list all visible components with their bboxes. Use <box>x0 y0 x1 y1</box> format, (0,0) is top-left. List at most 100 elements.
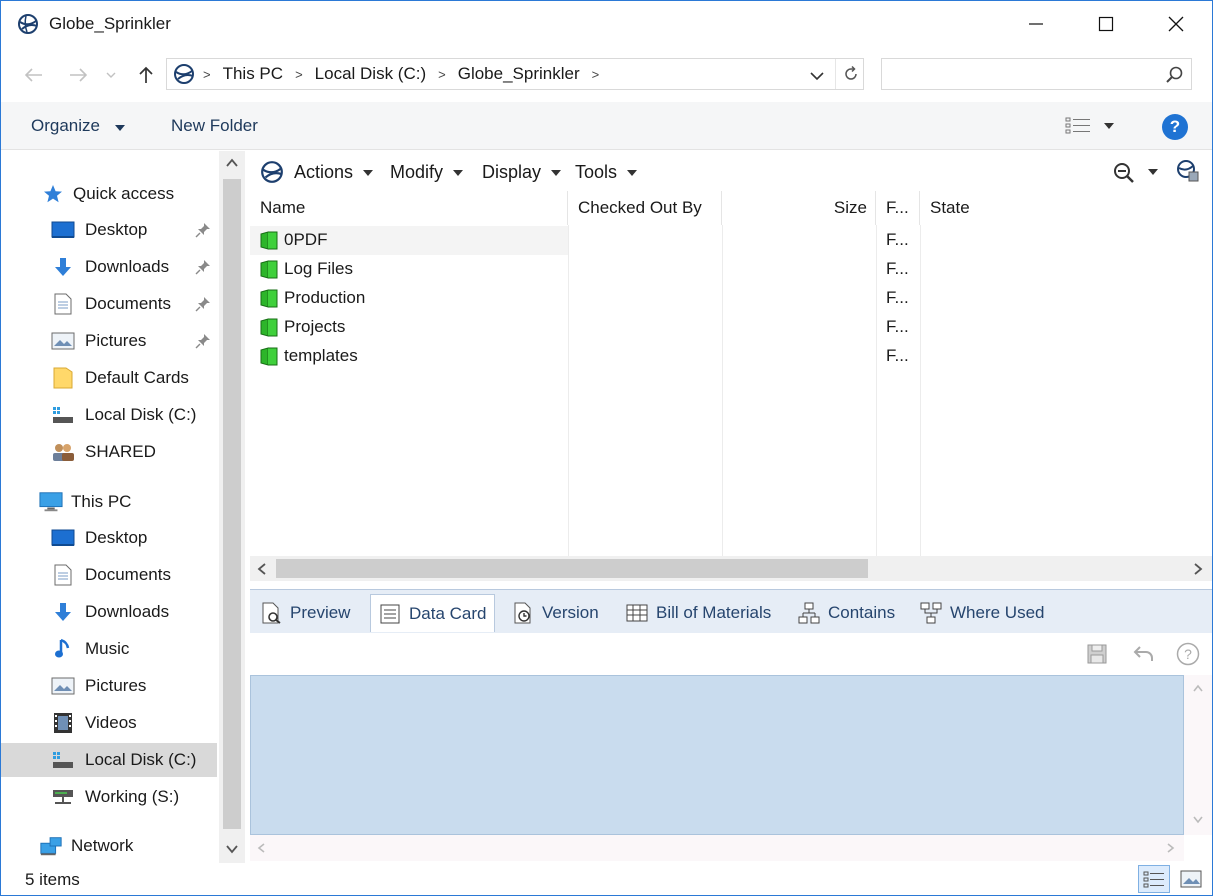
table-grid-icon <box>626 604 648 622</box>
pin-icon[interactable] <box>195 222 211 238</box>
vault-folder-icon <box>260 347 278 366</box>
tab-version[interactable]: Version <box>512 594 599 632</box>
undo-icon[interactable] <box>1132 643 1156 665</box>
nav-item-pc-documents[interactable]: Documents <box>1 558 217 592</box>
help-icon[interactable]: ? <box>1162 114 1188 140</box>
vault-options-icon[interactable] <box>1176 159 1200 183</box>
nav-item-qa-documents[interactable]: Documents <box>1 287 217 321</box>
tab-preview[interactable]: Preview <box>260 594 350 632</box>
scroll-right-icon[interactable] <box>1192 562 1204 576</box>
scroll-left-icon[interactable] <box>256 842 266 854</box>
table-row[interactable]: Log Files F... <box>250 255 1210 284</box>
display-menu[interactable]: Display <box>482 162 562 183</box>
breadcrumb-separator-icon[interactable]: > <box>438 67 446 82</box>
organize-button[interactable]: Organize <box>31 116 125 136</box>
file-list-horizontal-scrollbar[interactable] <box>250 556 1212 581</box>
nav-item-pc-desktop[interactable]: Desktop <box>1 521 217 555</box>
navigation-scrollbar[interactable] <box>219 151 245 863</box>
nav-quick-access[interactable]: Quick access <box>1 177 217 211</box>
caret-down-icon[interactable] <box>1148 169 1158 175</box>
preview-icon <box>262 602 281 624</box>
organize-label: Organize <box>31 116 100 135</box>
nav-item-qa-default-cards[interactable]: Default Cards <box>1 361 217 395</box>
change-view-button[interactable] <box>1064 115 1122 137</box>
tab-data-card[interactable]: Data Card <box>370 594 496 632</box>
nav-network[interactable]: Network <box>1 829 217 863</box>
file-list: Name Checked Out By Size F... State 0PDF… <box>250 191 1212 556</box>
nav-label: Default Cards <box>85 368 189 387</box>
tab-bill-of-materials[interactable]: Bill of Materials <box>626 594 771 632</box>
scroll-down-icon[interactable] <box>1192 815 1204 825</box>
breadcrumb-separator-icon[interactable]: > <box>592 67 600 82</box>
search-input[interactable] <box>881 58 1192 90</box>
details-view-button[interactable] <box>1138 865 1170 893</box>
nav-item-qa-pictures[interactable]: Pictures <box>1 324 217 358</box>
folder-icon <box>51 367 75 389</box>
minimize-button[interactable] <box>1001 1 1071 47</box>
scroll-down-icon[interactable] <box>225 843 239 855</box>
close-button[interactable] <box>1141 1 1211 47</box>
scroll-up-icon[interactable] <box>225 157 239 169</box>
tab-where-used[interactable]: Where Used <box>920 594 1044 632</box>
tab-contains[interactable]: Contains <box>798 594 895 632</box>
nav-item-pc-pictures[interactable]: Pictures <box>1 669 217 703</box>
scroll-up-icon[interactable] <box>1192 683 1204 693</box>
column-header-size[interactable]: Size <box>722 191 876 225</box>
modify-menu[interactable]: Modify <box>390 162 464 183</box>
new-folder-button[interactable]: New Folder <box>171 116 258 136</box>
column-header-f[interactable]: F... <box>876 191 920 225</box>
refresh-button[interactable] <box>835 59 865 89</box>
nav-item-pc-working[interactable]: Working (S:) <box>1 780 217 814</box>
nav-item-qa-downloads[interactable]: Downloads <box>1 250 217 284</box>
scroll-thumb[interactable] <box>276 559 868 578</box>
pin-icon[interactable] <box>195 333 211 349</box>
nav-item-pc-downloads[interactable]: Downloads <box>1 595 217 629</box>
scroll-left-icon[interactable] <box>256 562 268 576</box>
up-button[interactable] <box>131 61 161 89</box>
breadcrumb-this-pc[interactable]: This PC <box>223 64 283 84</box>
table-row[interactable]: 0PDF F... <box>250 226 909 255</box>
nav-item-pc-videos[interactable]: Videos <box>1 706 217 740</box>
large-icons-view-button[interactable] <box>1175 865 1207 893</box>
back-button[interactable] <box>19 61 49 89</box>
nav-item-qa-desktop[interactable]: Desktop <box>1 213 217 247</box>
nav-label: Quick access <box>73 184 175 203</box>
data-card-vertical-scrollbar[interactable] <box>1184 675 1212 835</box>
nav-item-qa-local-disk[interactable]: Local Disk (C:) <box>1 398 217 432</box>
vault-globe-icon <box>261 161 283 183</box>
breadcrumb-separator-icon[interactable]: > <box>295 67 303 82</box>
arrow-right-icon <box>70 68 87 82</box>
help-circle-icon[interactable]: ? <box>1176 642 1200 666</box>
detail-tabs: Preview Data Card Version Bill of Materi… <box>250 589 1212 633</box>
pin-icon[interactable] <box>195 296 211 312</box>
forward-button[interactable] <box>63 61 93 89</box>
download-arrow-icon <box>51 601 75 623</box>
nav-item-pc-music[interactable]: Music <box>1 632 217 666</box>
download-arrow-icon <box>51 256 75 278</box>
data-card-horizontal-scrollbar[interactable] <box>250 835 1184 861</box>
nav-item-pc-local-disk[interactable]: Local Disk (C:) <box>1 743 217 777</box>
table-row[interactable]: Projects F... <box>250 313 1210 342</box>
zoom-search-icon[interactable] <box>1112 161 1136 183</box>
column-header-name[interactable]: Name <box>250 191 568 225</box>
tools-menu[interactable]: Tools <box>575 162 638 183</box>
actions-menu[interactable]: Actions <box>294 162 374 183</box>
address-bar[interactable]: > This PC > Local Disk (C:) > Globe_Spri… <box>166 58 864 90</box>
column-header-checked-out-by[interactable]: Checked Out By <box>568 191 722 225</box>
column-header-state[interactable]: State <box>920 191 1212 225</box>
nav-this-pc[interactable]: This PC <box>1 485 217 519</box>
nav-item-qa-shared[interactable]: SHARED <box>1 435 217 469</box>
maximize-button[interactable] <box>1071 1 1141 47</box>
recent-locations-button[interactable] <box>101 61 121 89</box>
address-dropdown-icon[interactable] <box>807 65 827 85</box>
pin-icon[interactable] <box>195 259 211 275</box>
caret-down-icon <box>114 125 125 131</box>
save-icon[interactable] <box>1086 643 1108 665</box>
scroll-thumb[interactable] <box>223 179 241 829</box>
breadcrumb-local-disk[interactable]: Local Disk (C:) <box>315 64 426 84</box>
breadcrumb-globe-sprinkler[interactable]: Globe_Sprinkler <box>458 64 580 84</box>
table-row[interactable]: templates F... <box>250 342 1210 371</box>
scroll-right-icon[interactable] <box>1166 842 1176 854</box>
refresh-icon <box>844 65 857 80</box>
table-row[interactable]: Production F... <box>250 284 1210 313</box>
